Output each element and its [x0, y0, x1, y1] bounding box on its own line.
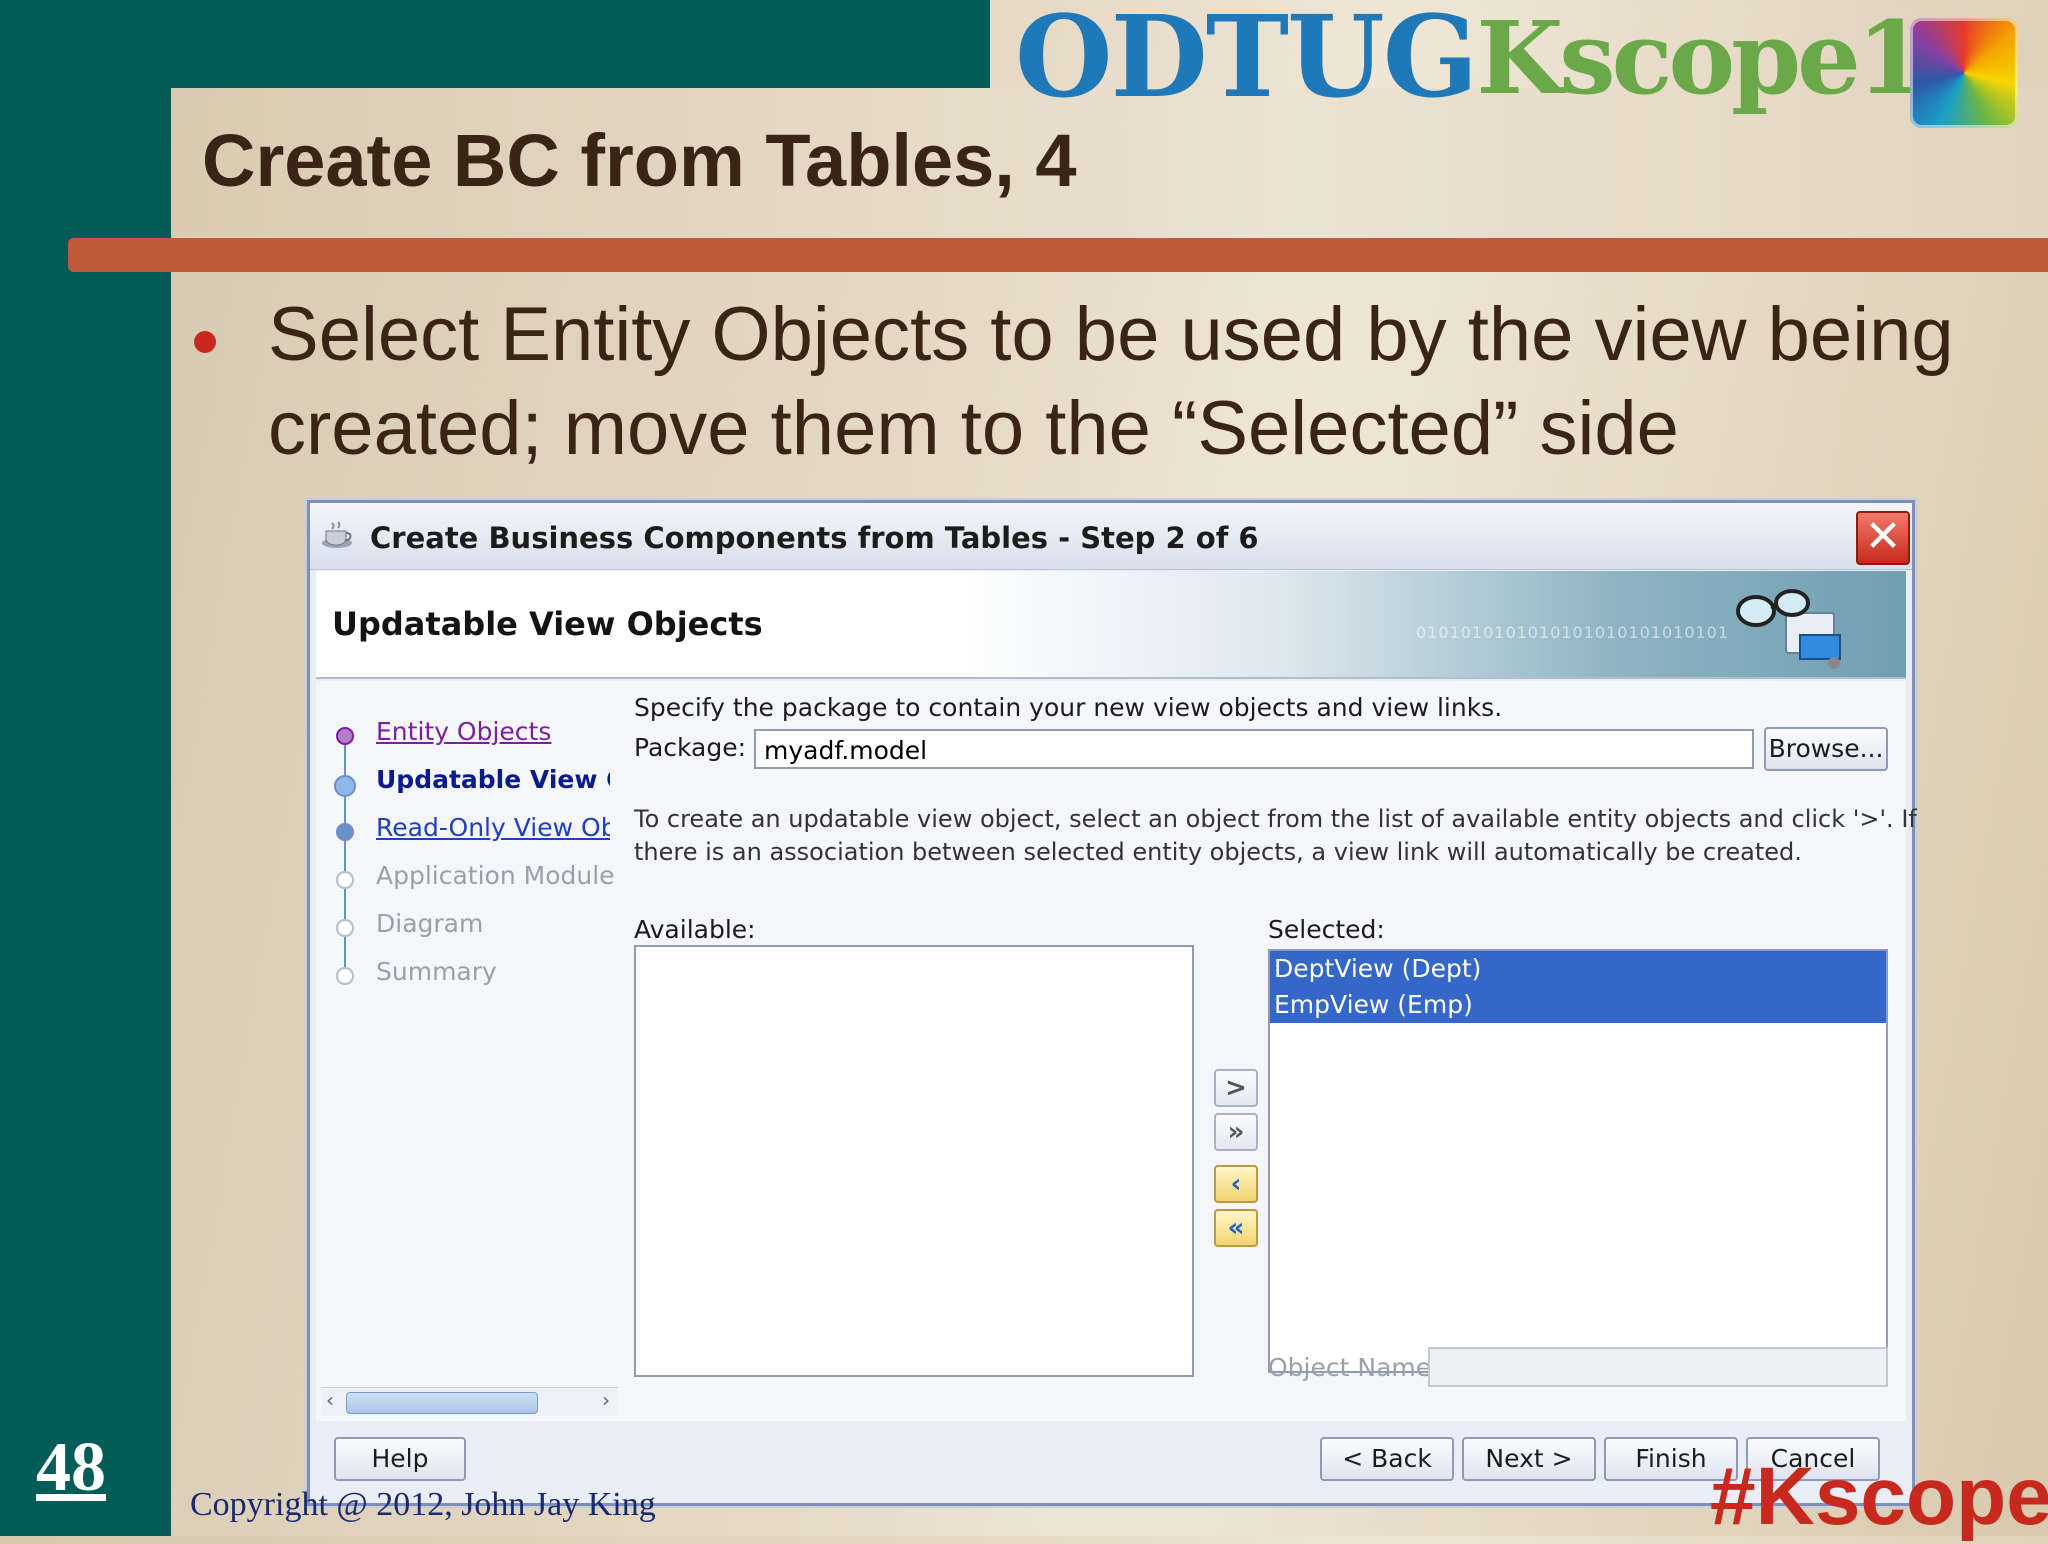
help-button[interactable]: Help	[334, 1437, 466, 1481]
nav-horizontal-scrollbar[interactable]: ‹ ›	[322, 1387, 618, 1416]
selected-list-item[interactable]: DeptView (Dept)	[1270, 951, 1886, 987]
left-band	[0, 0, 171, 1536]
step-dot-1	[336, 727, 354, 745]
remove-button[interactable]: ‹	[1214, 1165, 1258, 1203]
selected-list-item[interactable]: EmpView (Emp)	[1270, 987, 1886, 1023]
step-dot-3	[336, 823, 354, 841]
header-banner: Updatable View Objects 01010101010101010…	[316, 571, 1906, 679]
binary-decoration: 0101010101010101010101010101	[1416, 623, 1730, 642]
package-instruction: Specify the package to contain your new …	[634, 693, 1503, 722]
step-header-title: Updatable View Objects	[332, 605, 763, 643]
step-dot-5	[336, 919, 354, 937]
instruction-text: To create an updatable view object, sele…	[634, 805, 1917, 866]
wizard-steps-nav: Entity Objects Updatable View Objects Re…	[316, 681, 620, 1421]
step-application-module: Application Module	[376, 861, 615, 890]
wizard-dialog: Create Business Components from Tables -…	[307, 500, 1917, 1506]
bullet-text: Select Entity Objects to be used by the …	[268, 292, 1954, 471]
browse-button[interactable]: Browse...	[1764, 727, 1888, 771]
top-band	[0, 0, 990, 88]
step-updatable-view-objects[interactable]: Updatable View Objects	[376, 765, 610, 794]
selected-label: Selected:	[1268, 915, 1385, 944]
package-label: Package:	[634, 733, 747, 762]
step-dot-6	[336, 967, 354, 985]
copyright-text: Copyright @ 2012, John Jay King	[190, 1486, 656, 1523]
main-panel: Specify the package to contain your new …	[618, 681, 1917, 1421]
kscope-hashtag: #Kscope	[1710, 1451, 2048, 1542]
step-read-only-view-objects[interactable]: Read-Only View Objects	[376, 813, 610, 842]
scrollbar-thumb[interactable]	[346, 1392, 538, 1414]
step-dot-4	[336, 871, 354, 889]
steps-connector	[344, 733, 346, 983]
step-diagram: Diagram	[376, 909, 484, 938]
close-button[interactable]: ✕	[1856, 511, 1910, 565]
add-all-button[interactable]: »	[1214, 1113, 1258, 1151]
available-label: Available:	[634, 915, 756, 944]
object-name-input[interactable]	[1428, 1347, 1888, 1387]
selected-list[interactable]: DeptView (Dept) EmpView (Emp)	[1268, 949, 1888, 1373]
step-summary: Summary	[376, 957, 497, 986]
back-button[interactable]: < Back	[1320, 1437, 1454, 1481]
sunburst-logo-icon	[1910, 18, 2018, 128]
add-button[interactable]: >	[1214, 1069, 1258, 1107]
page-title: Create BC from Tables, 4	[202, 119, 1077, 202]
logo-odtug: ODTUG	[1015, 0, 1478, 123]
coffee-cup-icon	[322, 521, 352, 548]
title-divider	[68, 238, 2048, 272]
step-entity-objects[interactable]: Entity Objects	[376, 717, 551, 746]
scroll-left-icon[interactable]: ‹	[326, 1388, 334, 1412]
package-input[interactable]: myadf.model	[754, 729, 1754, 769]
dialog-title: Create Business Components from Tables -…	[370, 521, 1259, 555]
scroll-right-icon[interactable]: ›	[602, 1388, 610, 1412]
object-name-label: Object Name:	[1268, 1353, 1440, 1382]
next-button[interactable]: Next >	[1462, 1437, 1596, 1481]
dialog-titlebar[interactable]: Create Business Components from Tables -…	[310, 503, 1912, 570]
available-list[interactable]	[634, 945, 1194, 1377]
slide-number: 48	[36, 1429, 106, 1506]
conference-logo: ODTUG Kscope12	[1015, 0, 1992, 123]
remove-all-button[interactable]: «	[1214, 1209, 1258, 1247]
step-dot-2	[334, 775, 356, 797]
glasses-monitor-icon	[1736, 589, 1841, 669]
bullet-icon	[194, 331, 216, 353]
